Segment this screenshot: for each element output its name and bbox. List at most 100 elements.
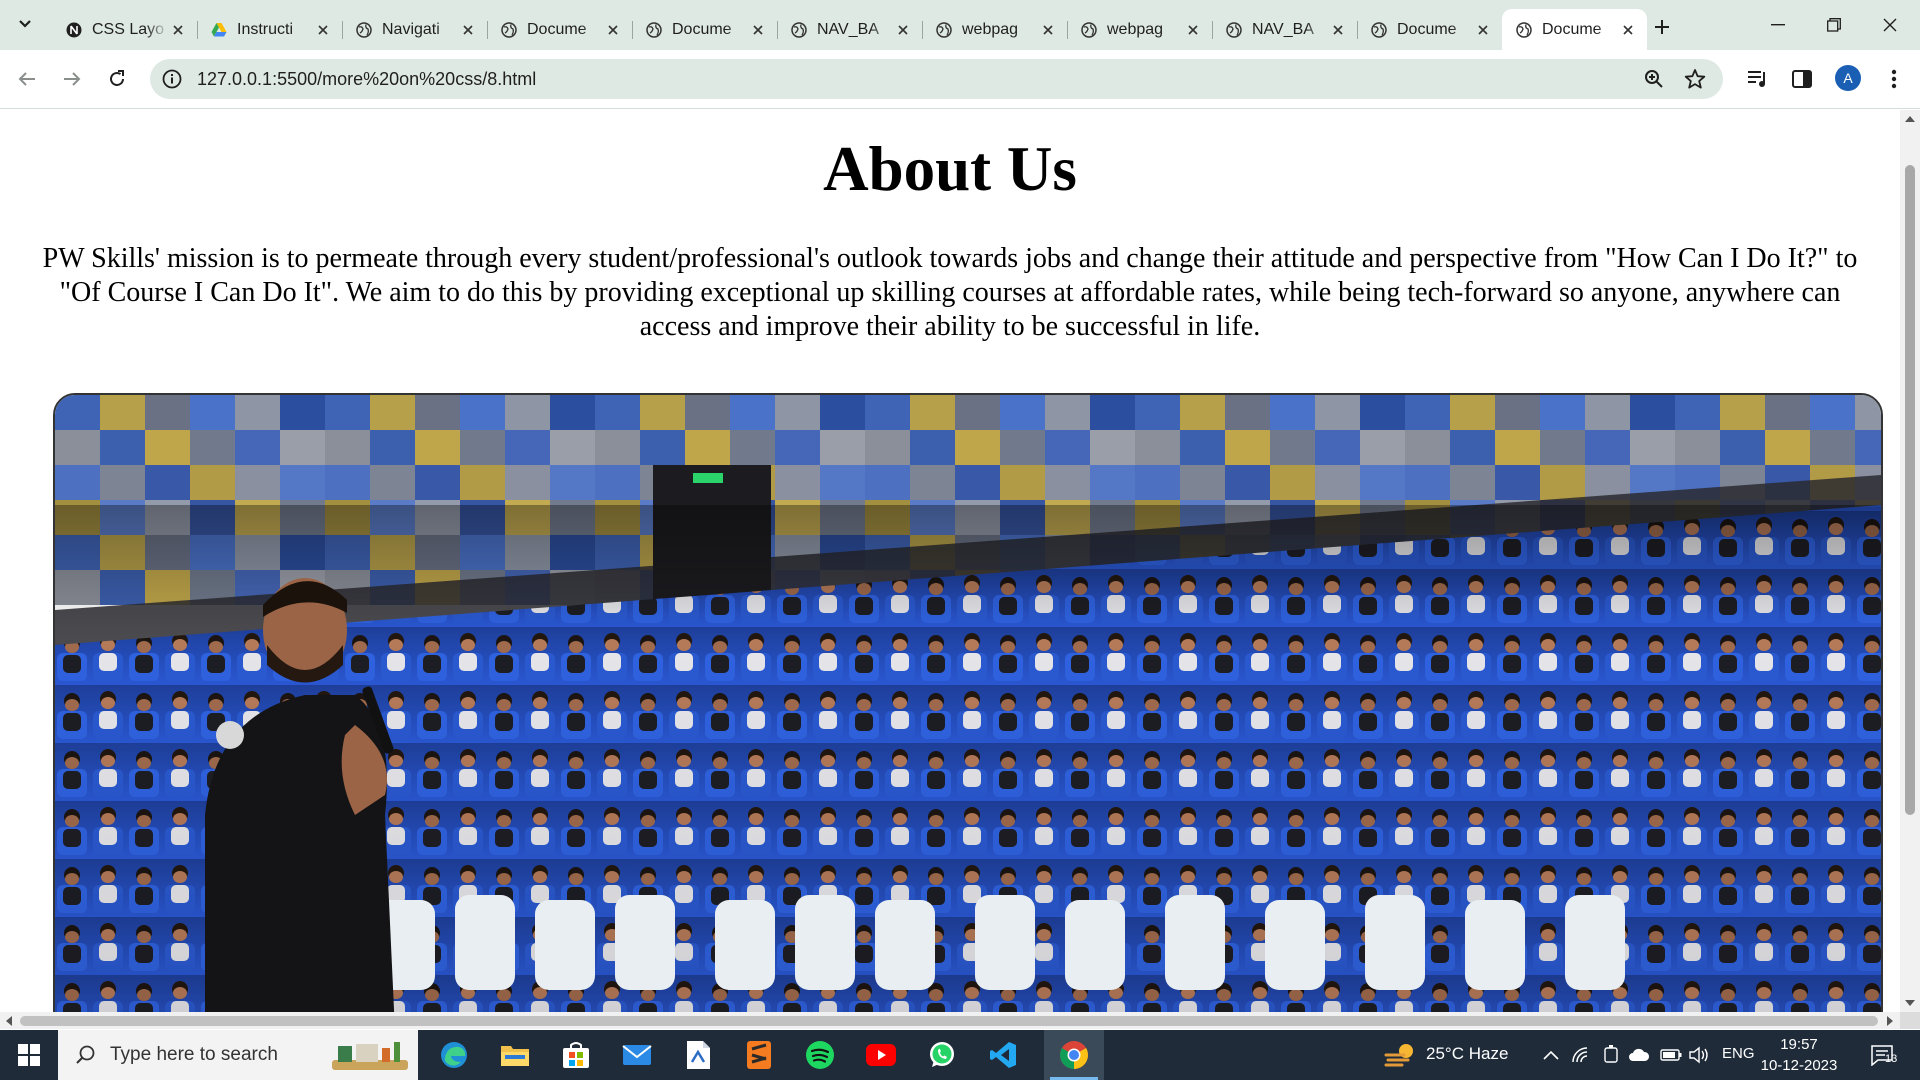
close-icon[interactable]: [1619, 21, 1637, 39]
close-icon[interactable]: [894, 21, 912, 39]
scrollbar-corner: [1900, 1012, 1920, 1029]
tab-webpage[interactable]: webpag: [1067, 9, 1212, 50]
close-icon[interactable]: [1184, 21, 1202, 39]
tab-nav-bar[interactable]: NAV_BA: [777, 9, 922, 50]
globe-icon: [646, 21, 662, 38]
search-placeholder: Type here to search: [110, 1044, 278, 1065]
close-window-button[interactable]: [1862, 0, 1918, 50]
close-icon: [1883, 18, 1897, 32]
tab-document-active[interactable]: Docume: [1502, 9, 1647, 50]
taskbar-store[interactable]: [546, 1030, 606, 1080]
horizontal-scroll-thumb[interactable]: [20, 1016, 1878, 1026]
side-panel-icon[interactable]: [1788, 65, 1816, 93]
minimize-button[interactable]: [1750, 0, 1806, 50]
taskbar-whatsapp[interactable]: [912, 1030, 972, 1080]
notification-center-button[interactable]: 13: [1862, 1039, 1902, 1071]
taskbar-mail[interactable]: [607, 1030, 667, 1080]
close-icon[interactable]: [749, 21, 767, 39]
tab-title: NAV_BA: [817, 20, 879, 38]
weather-icon[interactable]: [1384, 1041, 1418, 1069]
close-icon[interactable]: [1474, 21, 1492, 39]
horizontal-scrollbar[interactable]: [0, 1012, 1900, 1029]
tab-document[interactable]: Docume: [1357, 9, 1502, 50]
globe-icon: [1516, 21, 1532, 38]
tab-title: Docume: [1397, 20, 1457, 38]
language-indicator[interactable]: ENG: [1722, 1045, 1755, 1062]
close-icon[interactable]: [314, 21, 332, 39]
tab-css-layout[interactable]: CSS Layo: [52, 9, 197, 50]
media-control-icon[interactable]: [1744, 65, 1772, 93]
reload-button[interactable]: [100, 62, 134, 96]
arrow-right-icon: [64, 72, 81, 86]
tab-nav-bar[interactable]: NAV_BA: [1212, 9, 1357, 50]
bookmark-star-icon[interactable]: [1683, 67, 1707, 91]
chevron-up-icon[interactable]: [1540, 1044, 1562, 1066]
minimize-icon: [1771, 24, 1785, 26]
taskbar-sublime[interactable]: [729, 1030, 789, 1080]
edge-icon: [441, 1042, 467, 1068]
taskbar-office[interactable]: [668, 1030, 728, 1080]
site-info-icon[interactable]: [161, 68, 183, 90]
tab-webpage[interactable]: webpag: [922, 9, 1067, 50]
chevron-down-icon: [19, 20, 31, 28]
tab-title: Navigati: [382, 20, 440, 38]
search-highlight-icon: [332, 1042, 408, 1070]
search-icon: [76, 1045, 95, 1064]
tab-title: NAV_BA: [1252, 20, 1314, 38]
scroll-left-icon[interactable]: [6, 1016, 12, 1026]
taskbar-vscode[interactable]: [973, 1030, 1033, 1080]
scroll-right-icon[interactable]: [1887, 1016, 1893, 1026]
taskbar-search-box[interactable]: Type here to search: [58, 1030, 418, 1080]
taskbar-file-explorer[interactable]: [485, 1030, 545, 1080]
tab-title: CSS Layo: [92, 20, 165, 38]
start-button[interactable]: [0, 1030, 58, 1080]
taskbar-edge[interactable]: [424, 1030, 484, 1080]
tab-navigation[interactable]: Navigati: [342, 9, 487, 50]
battery-icon[interactable]: [1660, 1044, 1682, 1066]
weather-text[interactable]: 25°C Haze: [1426, 1044, 1508, 1064]
tab-document[interactable]: Docume: [487, 9, 632, 50]
chrome-icon: [1060, 1041, 1088, 1069]
zoom-icon[interactable]: [1642, 67, 1666, 91]
close-icon[interactable]: [1039, 21, 1057, 39]
taskbar-youtube[interactable]: [851, 1030, 911, 1080]
address-bar[interactable]: 127.0.0.1:5500/more%20on%20css/8.html: [150, 59, 1723, 99]
tab-search-button[interactable]: [10, 9, 40, 39]
tab-title: Docume: [1542, 20, 1602, 38]
back-button[interactable]: [10, 62, 44, 96]
sublime-icon: [747, 1041, 771, 1069]
vertical-scroll-thumb[interactable]: [1905, 165, 1915, 815]
close-icon[interactable]: [169, 21, 187, 39]
clock-time: 19:57: [1780, 1036, 1818, 1053]
device-icon[interactable]: [1600, 1044, 1622, 1066]
youtube-icon: [866, 1044, 896, 1066]
taskbar-spotify[interactable]: [790, 1030, 850, 1080]
tab-title: Docume: [672, 20, 732, 38]
forward-button[interactable]: [55, 62, 89, 96]
onedrive-icon[interactable]: [1628, 1044, 1650, 1066]
vscode-icon: [990, 1042, 1016, 1068]
scroll-down-icon[interactable]: [1905, 1000, 1915, 1006]
tab-instructions[interactable]: Instructi: [197, 9, 342, 50]
taskbar-clock[interactable]: 19:57 10-12-2023: [1754, 1034, 1844, 1076]
scroll-up-icon[interactable]: [1905, 116, 1915, 122]
arrow-left-icon: [18, 72, 35, 86]
taskbar-chrome[interactable]: [1044, 1030, 1104, 1080]
new-tab-button[interactable]: [1646, 11, 1678, 43]
tab-document[interactable]: Docume: [632, 9, 777, 50]
globe-icon: [1226, 21, 1242, 38]
profile-avatar[interactable]: A: [1835, 65, 1861, 91]
close-icon[interactable]: [459, 21, 477, 39]
tab-title: Docume: [527, 20, 587, 38]
vertical-scrollbar[interactable]: [1900, 110, 1920, 1012]
volume-icon[interactable]: [1688, 1044, 1710, 1066]
file-explorer-icon: [501, 1046, 529, 1066]
url-text[interactable]: 127.0.0.1:5500/more%20on%20css/8.html: [197, 69, 536, 90]
close-icon[interactable]: [604, 21, 622, 39]
auditorium-photo-image: [55, 395, 1881, 1012]
network-icon[interactable]: [1570, 1044, 1592, 1066]
restore-button[interactable]: [1806, 0, 1862, 50]
more-menu-icon[interactable]: [1880, 65, 1908, 93]
close-icon[interactable]: [1329, 21, 1347, 39]
mail-icon: [622, 1045, 652, 1065]
